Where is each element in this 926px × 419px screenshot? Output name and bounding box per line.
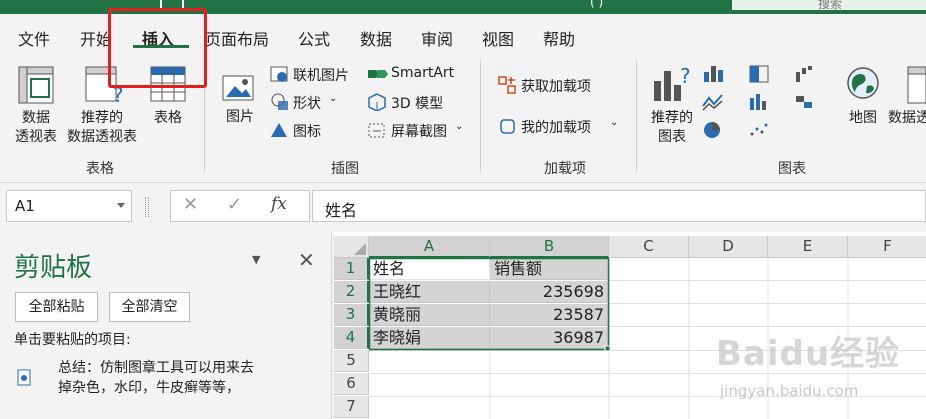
formula-input[interactable]: 姓名 bbox=[312, 190, 926, 222]
column-header-f[interactable]: F bbox=[848, 236, 926, 258]
tab-review[interactable]: 审阅 bbox=[421, 26, 453, 50]
recommended-charts-label-1[interactable]: 推荐的 bbox=[646, 107, 698, 127]
group-separator bbox=[636, 60, 637, 172]
my-addins-icon bbox=[500, 119, 515, 134]
clipboard-title: 剪贴板 bbox=[14, 253, 93, 283]
group-tables-label: 表格 bbox=[86, 161, 114, 177]
3d-model-icon bbox=[368, 93, 386, 111]
group-illustrations-label: 插图 bbox=[331, 161, 359, 177]
column-header-a[interactable]: A bbox=[369, 236, 490, 258]
online-picture-label[interactable]: 联机图片 bbox=[293, 65, 349, 85]
insert-function-icon[interactable]: fx bbox=[271, 194, 287, 214]
screenshot-dropdown-icon[interactable]: ⌄ bbox=[455, 121, 463, 132]
row-header-1[interactable]: 1 bbox=[334, 258, 369, 280]
clipboard-hint: 单击要粘贴的项目: bbox=[14, 332, 131, 348]
name-box[interactable]: A1 bbox=[6, 190, 132, 222]
combo-chart-icon bbox=[796, 96, 812, 108]
column-header-d[interactable]: D bbox=[689, 236, 768, 258]
clipboard-item-icon bbox=[17, 369, 31, 386]
picture-icon bbox=[222, 75, 254, 101]
watermark-brand: Baidu经验 bbox=[716, 334, 901, 374]
splitter-handle[interactable] bbox=[145, 197, 149, 217]
screenshot-icon bbox=[368, 123, 385, 138]
search-placeholder: 搜索 bbox=[818, 0, 843, 11]
3d-model-label[interactable]: 3D 模型 bbox=[391, 93, 443, 113]
pivot-chart-icon bbox=[907, 66, 926, 104]
tab-help[interactable]: 帮助 bbox=[543, 26, 575, 50]
pane-options-icon[interactable]: ▼ bbox=[252, 253, 260, 266]
paste-all-button[interactable]: 全部粘贴 bbox=[15, 292, 98, 322]
close-icon[interactable]: ✕ bbox=[298, 248, 315, 272]
title-paren: ( ) bbox=[590, 0, 604, 9]
name-box-value: A1 bbox=[15, 197, 35, 215]
chevron-down-icon[interactable] bbox=[117, 203, 125, 208]
recommended-charts-label-2[interactable]: 图表 bbox=[646, 126, 698, 146]
tab-view[interactable]: 视图 bbox=[482, 26, 514, 50]
table-label[interactable]: 表格 bbox=[148, 107, 188, 127]
statistic-chart-icon bbox=[750, 94, 766, 110]
tab-file[interactable]: 文件 bbox=[18, 26, 50, 50]
shapes-icon bbox=[271, 93, 288, 110]
pie-chart-icon bbox=[704, 122, 720, 138]
column-header-e[interactable]: E bbox=[768, 236, 848, 258]
clipboard-item-line-1[interactable]: 总结：仿制图章工具可以用来去 bbox=[58, 357, 254, 377]
row-header-5[interactable]: 5 bbox=[334, 350, 369, 372]
recommended-pivot-label-1[interactable]: 推荐的 bbox=[76, 107, 128, 127]
row-header-4[interactable]: 4 bbox=[334, 327, 369, 349]
icons-icon bbox=[271, 123, 287, 137]
my-addins-dropdown-icon[interactable]: ⌄ bbox=[610, 117, 618, 128]
formula-value: 姓名 bbox=[325, 201, 358, 220]
row-header-3[interactable]: 3 bbox=[334, 304, 369, 326]
screenshot-label[interactable]: 屏幕截图 bbox=[391, 121, 447, 141]
row-header-2[interactable]: 2 bbox=[334, 281, 369, 303]
get-addins-label[interactable]: 获取加载项 bbox=[521, 76, 591, 96]
pivot-table-icon bbox=[18, 66, 54, 104]
row-header-6[interactable]: 6 bbox=[334, 373, 369, 395]
tab-page-layout[interactable]: 页面布局 bbox=[205, 26, 269, 50]
recommended-pivot-label-2[interactable]: 数据透视表 bbox=[62, 126, 142, 146]
smartart-label[interactable]: SmartArt bbox=[391, 65, 454, 81]
column-header-b[interactable]: B bbox=[490, 236, 609, 258]
maps-icon bbox=[847, 67, 879, 99]
pivot-chart-label[interactable]: 数据透 bbox=[888, 107, 926, 127]
pivot-label-1[interactable]: 数据 bbox=[14, 107, 58, 127]
shapes-label[interactable]: 形状 bbox=[293, 93, 321, 113]
shapes-dropdown-icon[interactable]: ⌄ bbox=[329, 93, 337, 104]
enter-icon[interactable]: ✓ bbox=[227, 194, 242, 215]
my-addins-label[interactable]: 我的加载项 bbox=[521, 117, 591, 137]
formula-buttons: ✕ ✓ fx bbox=[170, 190, 310, 222]
tab-data[interactable]: 数据 bbox=[360, 26, 392, 50]
watermark-url: jingyan.baidu.com bbox=[720, 382, 859, 400]
recommended-charts-icon: ? bbox=[654, 65, 691, 101]
group-separator bbox=[480, 60, 481, 172]
column-chart-icon bbox=[704, 66, 723, 82]
get-addins-icon bbox=[498, 76, 516, 94]
select-all-corner[interactable] bbox=[334, 236, 369, 258]
line-chart-icon bbox=[702, 94, 723, 111]
smartart-icon bbox=[368, 70, 388, 78]
icons-label[interactable]: 图标 bbox=[293, 121, 321, 141]
clear-all-button[interactable]: 全部清空 bbox=[109, 292, 190, 322]
picture-label[interactable]: 图片 bbox=[222, 106, 258, 126]
maps-label[interactable]: 地图 bbox=[844, 107, 882, 127]
svg-text:?: ? bbox=[680, 65, 691, 88]
scatter-chart-icon bbox=[750, 123, 768, 136]
hierarchy-chart-icon bbox=[749, 65, 769, 83]
row-header-7[interactable]: 7 bbox=[334, 396, 369, 418]
highlight-box bbox=[108, 8, 207, 88]
clipboard-item-line-2[interactable]: 掉杂色，水印，牛皮癣等等， bbox=[58, 377, 240, 397]
online-picture-icon bbox=[270, 66, 288, 82]
group-charts-label: 图表 bbox=[778, 161, 806, 177]
tab-formulas[interactable]: 公式 bbox=[298, 26, 330, 50]
column-header-c[interactable]: C bbox=[609, 236, 689, 258]
waterfall-chart-icon bbox=[796, 66, 812, 82]
cancel-icon[interactable]: ✕ bbox=[183, 194, 198, 215]
pivot-label-2[interactable]: 透视表 bbox=[10, 126, 62, 146]
group-addins-label: 加载项 bbox=[544, 161, 586, 177]
